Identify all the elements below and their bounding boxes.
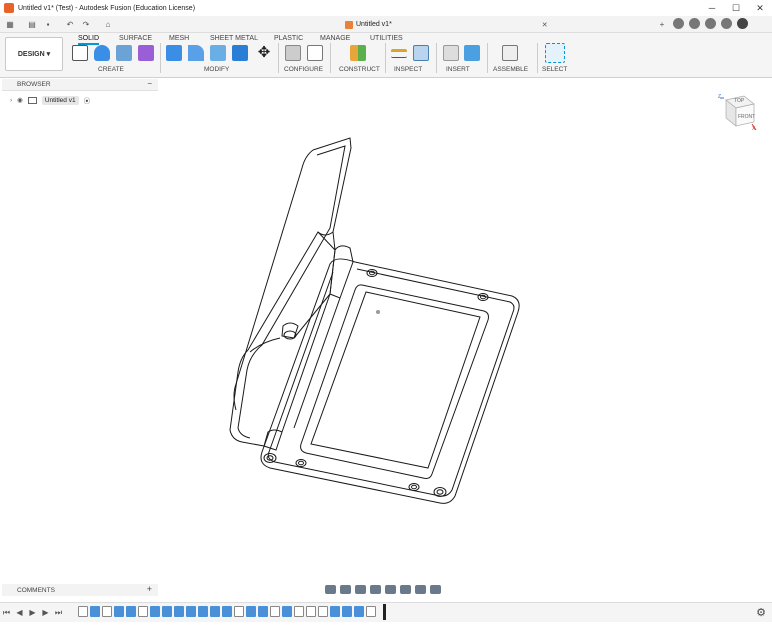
timeline-feature[interactable]	[330, 606, 340, 617]
timeline-back-icon[interactable]: ◀	[13, 608, 26, 617]
timeline-feature[interactable]	[282, 606, 292, 617]
look-at-icon[interactable]	[340, 584, 351, 594]
lid-outer-edge	[233, 149, 314, 411]
timeline-forward-icon[interactable]: ▶	[39, 608, 52, 617]
timeline-sketch[interactable]	[306, 606, 316, 617]
pan-icon[interactable]	[355, 584, 366, 594]
timeline-play-icon[interactable]: ▶	[26, 608, 39, 617]
mount-hole-inner	[298, 460, 304, 466]
timeline-sketch[interactable]	[102, 606, 112, 617]
mount-hole-inner	[436, 489, 444, 495]
timeline-feature[interactable]	[90, 606, 100, 617]
lid-panel	[229, 137, 352, 447]
add-comment-icon[interactable]: +	[147, 584, 152, 594]
fit-icon[interactable]	[385, 584, 396, 594]
viewcube-x-axis: X	[752, 126, 756, 132]
timeline-start-icon[interactable]: ⏮	[0, 608, 13, 618]
comments-panel[interactable]: COMMENTS +	[2, 584, 158, 596]
timeline-feature[interactable]	[210, 606, 220, 617]
timeline-sketch[interactable]	[270, 606, 280, 617]
model-canvas[interactable]	[0, 0, 772, 625]
timeline-sketch[interactable]	[78, 606, 88, 617]
viewcube-top-label[interactable]: TOP	[734, 98, 744, 104]
timeline-feature[interactable]	[114, 606, 124, 617]
orbit-icon[interactable]	[325, 584, 336, 594]
viewcube-front-label[interactable]: FRONT	[738, 114, 755, 120]
timeline-feature[interactable]	[222, 606, 232, 617]
viewports-icon[interactable]	[430, 584, 441, 594]
viewcube-z-axis: Z	[718, 94, 722, 100]
timeline-marker[interactable]	[383, 604, 386, 620]
viewcube[interactable]: TOP FRONT Z X	[718, 94, 758, 132]
grid-icon[interactable]	[415, 584, 426, 594]
screen-pocket	[300, 284, 489, 479]
mount-hole	[408, 483, 420, 491]
timeline-feature[interactable]	[258, 606, 268, 617]
hinge-knuckle	[329, 245, 354, 299]
base-plate-inner-edge	[267, 268, 515, 497]
mount-hole	[295, 459, 307, 467]
timeline-feature[interactable]	[150, 606, 160, 617]
timeline-feature[interactable]	[174, 606, 184, 617]
timeline-feature[interactable]	[186, 606, 196, 617]
mount-hole-inner	[411, 484, 417, 490]
timeline-sketch[interactable]	[294, 606, 304, 617]
screen-pocket-floor	[310, 291, 481, 469]
timeline-feature[interactable]	[162, 606, 172, 617]
mount-hole	[433, 487, 447, 497]
timeline-sketch[interactable]	[234, 606, 244, 617]
timeline-feature[interactable]	[342, 606, 352, 617]
timeline-features	[78, 606, 376, 617]
navigation-bar	[325, 582, 441, 596]
display-settings-icon[interactable]	[400, 584, 411, 594]
timeline-feature[interactable]	[126, 606, 136, 617]
timeline-feature[interactable]	[198, 606, 208, 617]
mount-hole	[263, 453, 277, 463]
timeline-feature[interactable]	[246, 606, 256, 617]
timeline-sketch[interactable]	[138, 606, 148, 617]
timeline: ⏮ ◀ ▶ ▶ ⏭ ⚙	[0, 602, 772, 622]
timeline-sketch[interactable]	[318, 606, 328, 617]
zoom-icon[interactable]	[370, 584, 381, 594]
comments-label: COMMENTS	[17, 586, 55, 594]
gear-icon[interactable]: ⚙	[756, 606, 766, 619]
timeline-end-icon[interactable]: ⏭	[52, 608, 65, 618]
origin-point[interactable]	[376, 310, 380, 314]
part-model[interactable]	[229, 137, 520, 504]
timeline-sketch[interactable]	[366, 606, 376, 617]
timeline-feature[interactable]	[354, 606, 364, 617]
